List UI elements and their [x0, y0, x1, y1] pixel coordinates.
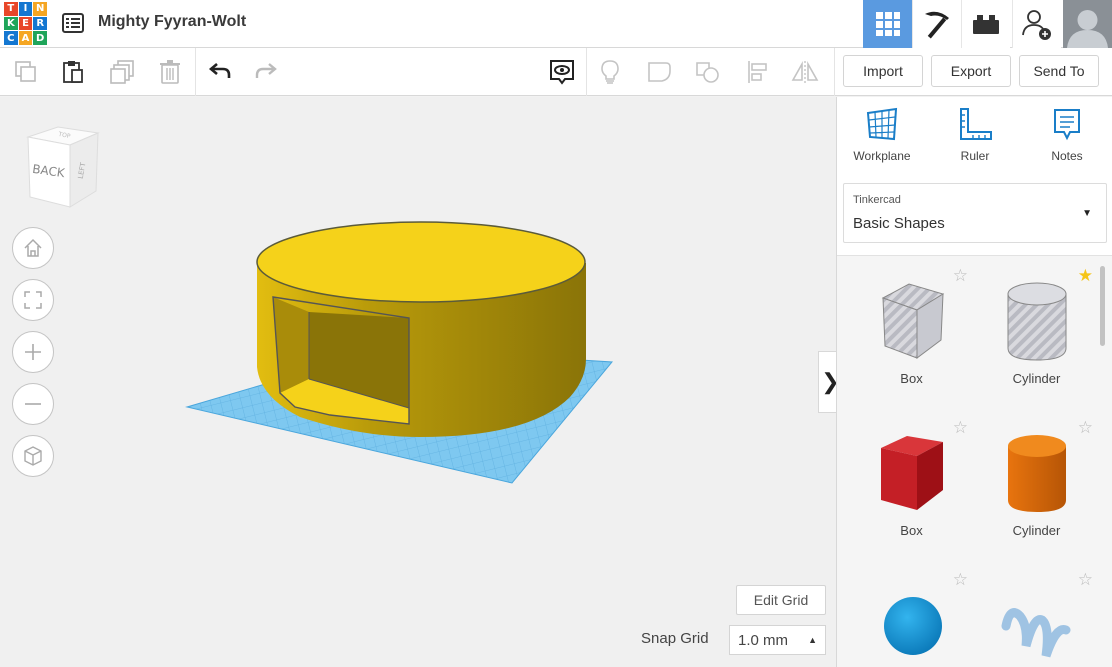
redo-button[interactable]: [250, 56, 282, 88]
favorite-star-icon[interactable]: ☆: [953, 266, 968, 286]
logo-letter: D: [33, 31, 47, 45]
copy-button[interactable]: [10, 56, 42, 88]
user-avatar[interactable]: [1063, 0, 1112, 48]
workplane-label: Workplane: [853, 149, 911, 163]
notes-label: Notes: [1051, 149, 1083, 163]
export-button[interactable]: Export: [931, 55, 1011, 87]
red-box-icon: [881, 436, 943, 510]
cylinder-top-face: [256, 221, 586, 303]
import-button[interactable]: Import: [843, 55, 923, 87]
shape-label: Box: [900, 371, 923, 386]
notes-tool[interactable]: Notes: [1027, 107, 1107, 172]
hole-box-icon: [881, 283, 945, 359]
snap-grid-value: 1.0 mm: [738, 631, 789, 649]
minecraft-tools-button[interactable]: [912, 0, 961, 48]
favorite-star-icon[interactable]: ☆: [1078, 570, 1093, 590]
logo-letter: I: [18, 2, 33, 16]
shapes-scrollbar[interactable]: [1100, 266, 1105, 346]
shape-label: Cylinder: [1012, 523, 1061, 538]
logo-letter: T: [4, 2, 18, 16]
notes-icon: [1054, 109, 1080, 141]
3d-view-grid-icon: [875, 12, 900, 36]
logo-letter: N: [33, 2, 47, 16]
shape-tile-box-hole[interactable]: ☆ Box: [849, 256, 974, 396]
hole-cylinder-icon: [1007, 282, 1067, 361]
group-icon: [648, 62, 671, 82]
shape-tile-sphere[interactable]: ☆: [849, 560, 974, 667]
lightbulb-button[interactable]: [594, 56, 626, 88]
delete-icon: [160, 60, 180, 84]
snap-grid-label: Snap Grid: [641, 630, 709, 647]
logo-letter: E: [18, 16, 33, 31]
add-user-icon: [1022, 10, 1051, 40]
ungroup-icon: [696, 62, 719, 83]
edit-toolbar: Import Export Send To: [0, 48, 1112, 96]
shapes-grid: ☆ Box ★ Cylinder ☆ Box ☆ Cylinder ☆ ☆: [837, 255, 1112, 667]
3d-workspace[interactable]: BACK LEFT TOP ❯ Edit Grid Snap Grid 1.0 …: [0, 97, 842, 667]
mirror-button[interactable]: [789, 56, 821, 88]
shape-library-dropdown[interactable]: Tinkercad Basic Shapes ▼: [843, 183, 1107, 243]
favorite-star-icon[interactable]: ★: [1078, 266, 1093, 286]
workplane-tool[interactable]: Workplane: [842, 107, 922, 172]
caret-up-icon: ▲: [808, 635, 817, 645]
library-category: Tinkercad: [853, 194, 901, 206]
redo-icon: [255, 63, 277, 78]
blue-sphere-icon: [884, 597, 942, 655]
scene-viewport[interactable]: [0, 97, 836, 667]
invite-user-button[interactable]: [1012, 0, 1061, 48]
align-button[interactable]: [742, 56, 774, 88]
duplicate-button[interactable]: [106, 56, 138, 88]
top-bar: T I N K E R C A D Mighty Fyyran-Wolt: [0, 0, 1112, 48]
design-title[interactable]: Mighty Fyyran-Wolt: [98, 13, 246, 31]
scribble-icon: [1001, 608, 1071, 658]
undo-button[interactable]: [204, 56, 236, 88]
workplane-icon: [866, 107, 898, 141]
shape-label: Cylinder: [1012, 371, 1061, 386]
show-all-icon: [550, 60, 574, 85]
toolbar-divider: [586, 48, 587, 96]
favorite-star-icon[interactable]: ☆: [953, 418, 968, 438]
paste-button[interactable]: [57, 56, 89, 88]
logo-letter: A: [18, 31, 33, 45]
pickaxe-icon: [925, 11, 949, 39]
ruler-tool[interactable]: Ruler: [935, 107, 1015, 172]
bricks-icon: [973, 15, 999, 34]
snap-grid-select[interactable]: 1.0 mm ▲: [729, 625, 826, 655]
logo-letter: C: [4, 31, 18, 45]
edit-grid-button[interactable]: Edit Grid: [736, 585, 826, 615]
lightbulb-icon: [601, 60, 619, 84]
library-name: Basic Shapes: [853, 215, 945, 232]
align-icon: [748, 61, 767, 83]
paste-icon: [63, 61, 83, 83]
design-list-icon[interactable]: [61, 11, 85, 35]
favorite-star-icon[interactable]: ☆: [953, 570, 968, 590]
shape-tile-box[interactable]: ☆ Box: [849, 408, 974, 548]
copy-icon: [15, 61, 36, 82]
duplicate-icon: [110, 60, 134, 84]
favorite-star-icon[interactable]: ☆: [1078, 418, 1093, 438]
send-to-button[interactable]: Send To: [1019, 55, 1099, 87]
bricks-button[interactable]: [961, 0, 1010, 48]
chevron-down-icon: ▼: [1082, 208, 1092, 219]
tinkercad-logo[interactable]: T I N K E R C A D: [4, 2, 47, 45]
logo-letter: R: [33, 16, 47, 31]
show-all-button[interactable]: [546, 56, 578, 88]
shape-tile-scribble[interactable]: ☆: [974, 560, 1099, 667]
shape-tile-cylinder[interactable]: ☆ Cylinder: [974, 408, 1099, 548]
ruler-icon: [960, 108, 992, 140]
shape-tile-cylinder-hole[interactable]: ★ Cylinder: [974, 256, 1099, 396]
group-button[interactable]: [644, 56, 676, 88]
mirror-icon: [791, 60, 819, 83]
ruler-label: Ruler: [960, 149, 990, 163]
3d-view-grid-button[interactable]: [863, 0, 912, 48]
delete-button[interactable]: [154, 56, 186, 88]
toolbar-divider: [195, 48, 196, 96]
shapes-panel: Workplane Ruler Notes Tinkercad Basic Sh…: [836, 97, 1112, 667]
logo-letter: K: [4, 16, 18, 31]
ungroup-button[interactable]: [692, 56, 724, 88]
shape-label: Box: [900, 523, 923, 538]
toolbar-divider: [834, 48, 835, 96]
undo-icon: [208, 63, 231, 78]
orange-cylinder-icon: [1008, 435, 1066, 512]
